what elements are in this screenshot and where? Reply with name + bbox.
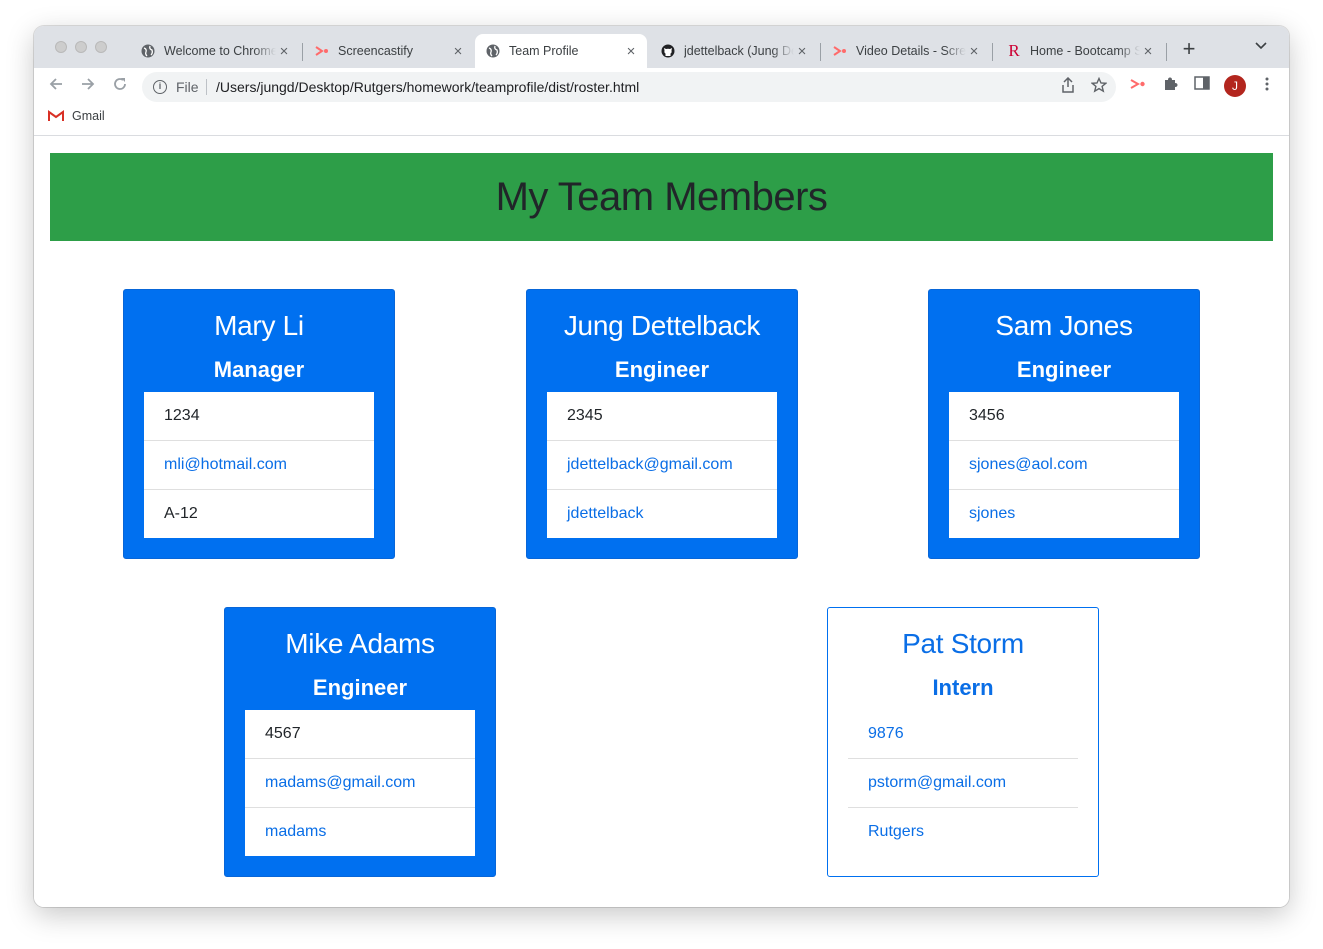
kebab-menu-icon[interactable] (1257, 76, 1277, 96)
forward-arrow-icon (82, 78, 95, 90)
forward-button[interactable] (78, 76, 98, 96)
tab-title: Home - Bootcamp Spot (1030, 44, 1140, 58)
employee-name: Jung Dettelback (563, 310, 761, 341)
tab-title: Welcome to Chrome (164, 44, 276, 58)
close-icon[interactable]: × (276, 43, 292, 60)
employee-details: 9876 pstorm@gmail.com Rutgers (848, 710, 1078, 856)
employee-details: 1234 mli@hotmail.com A-12 (144, 392, 374, 538)
back-arrow-icon (49, 78, 62, 90)
employee-email-link[interactable]: jdettelback@gmail.com (547, 441, 777, 490)
employee-details: 4567 madams@gmail.com madams (245, 710, 475, 856)
new-tab-button[interactable]: + (1177, 37, 1201, 61)
employee-card-engineer: Jung Dettelback Engineer 2345 jdettelbac… (526, 289, 798, 559)
minimize-window-button[interactable] (75, 41, 87, 53)
zoom-window-button[interactable] (95, 41, 107, 53)
employee-role: Engineer (1016, 357, 1112, 382)
close-icon[interactable]: × (1140, 43, 1156, 60)
tab-screencastify[interactable]: Screencastify × (304, 34, 474, 68)
bookmark-label: Gmail (72, 109, 105, 123)
github-icon (660, 43, 676, 59)
employee-email-link[interactable]: pstorm@gmail.com (848, 759, 1078, 808)
screencastify-icon (314, 43, 330, 59)
bookmarks-bar: Gmail (34, 104, 1289, 136)
tab-video-details[interactable]: Video Details - Screencastify × (822, 34, 990, 68)
github-link[interactable]: jdettelback (547, 490, 777, 538)
tab-github[interactable]: jdettelback (Jung Dettelback) × (650, 34, 818, 68)
employee-name: Pat Storm (902, 628, 1024, 659)
url-text[interactable]: /Users/jungd/Desktop/Rutgers/homework/te… (216, 79, 639, 95)
globe-icon (140, 43, 156, 59)
globe-icon (485, 43, 501, 59)
page-header: My Team Members (50, 153, 1273, 241)
bookmark-star-icon[interactable] (1089, 76, 1109, 97)
employee-role: Engineer (312, 675, 408, 700)
chevron-down-icon (1255, 42, 1267, 50)
address-bar[interactable]: i File /Users/jungd/Desktop/Rutgers/home… (142, 72, 1116, 102)
extensions-puzzle-icon[interactable] (1160, 76, 1180, 96)
side-panel-icon[interactable] (1192, 76, 1212, 96)
reload-button[interactable] (110, 76, 130, 96)
employee-name: Mike Adams (285, 628, 435, 659)
close-icon[interactable]: × (966, 43, 982, 60)
tab-title: jdettelback (Jung Dettelback) (684, 44, 794, 58)
employee-role: Intern (932, 675, 994, 700)
employee-id: 3456 (949, 392, 1179, 441)
employee-id: 1234 (144, 392, 374, 441)
employee-role: Engineer (614, 357, 710, 382)
employee-card-engineer: Sam Jones Engineer 3456 sjones@aol.com s… (928, 289, 1200, 559)
employee-email-link[interactable]: mli@hotmail.com (144, 441, 374, 490)
reload-icon (114, 78, 126, 90)
employee-id: 2345 (547, 392, 777, 441)
close-icon[interactable]: × (450, 43, 466, 60)
employee-role: Manager (213, 357, 305, 382)
close-window-button[interactable] (55, 41, 67, 53)
tab-bootcamp[interactable]: R Home - Bootcamp Spot × (996, 34, 1164, 68)
toolbar: i File /Users/jungd/Desktop/Rutgers/home… (34, 68, 1289, 104)
profile-avatar[interactable]: J (1224, 75, 1246, 97)
page-content: My Team Members Mary Li Manager 1234 mli… (34, 137, 1289, 907)
back-button[interactable] (46, 76, 66, 96)
gmail-icon (48, 110, 64, 121)
tab-strip: Welcome to Chrome × Screencastify × Team… (34, 26, 1289, 68)
tab-title: Video Details - Screencastify (856, 44, 966, 58)
page-title: My Team Members (495, 174, 828, 219)
browser-window: Welcome to Chrome × Screencastify × Team… (34, 26, 1289, 907)
github-link[interactable]: sjones (949, 490, 1179, 538)
share-icon[interactable] (1058, 76, 1078, 97)
close-icon[interactable]: × (623, 43, 639, 60)
employee-card-manager: Mary Li Manager 1234 mli@hotmail.com A-1… (123, 289, 395, 559)
employee-details: 2345 jdettelback@gmail.com jdettelback (547, 392, 777, 538)
employee-id: 4567 (245, 710, 475, 759)
employee-details: 3456 sjones@aol.com sjones (949, 392, 1179, 538)
tab-welcome[interactable]: Welcome to Chrome × (130, 34, 300, 68)
tab-team-profile[interactable]: Team Profile × (475, 34, 647, 68)
screencastify-extension-icon[interactable] (1128, 76, 1148, 96)
tab-title: Screencastify (338, 44, 414, 58)
employee-email-link[interactable]: sjones@aol.com (949, 441, 1179, 490)
github-link[interactable]: madams (245, 808, 475, 856)
screencastify-icon (832, 43, 848, 59)
close-icon[interactable]: × (794, 43, 810, 60)
url-scheme: File (176, 79, 199, 95)
tab-title: Team Profile (509, 44, 579, 58)
tab-search-button[interactable] (1255, 39, 1267, 53)
info-icon[interactable]: i (153, 80, 167, 94)
employee-name: Sam Jones (995, 310, 1133, 341)
employee-card-engineer: Mike Adams Engineer 4567 madams@gmail.co… (224, 607, 496, 877)
rutgers-icon: R (1008, 41, 1020, 60)
employee-email-link[interactable]: madams@gmail.com (245, 759, 475, 808)
bookmark-gmail[interactable]: Gmail (48, 109, 105, 123)
employee-card-intern: Pat Storm Intern 9876 pstorm@gmail.com R… (827, 607, 1099, 877)
office-number: A-12 (164, 505, 198, 522)
school-name: Rutgers (868, 823, 925, 840)
employee-id: 9876 (848, 710, 1078, 759)
employee-name: Mary Li (214, 310, 304, 341)
